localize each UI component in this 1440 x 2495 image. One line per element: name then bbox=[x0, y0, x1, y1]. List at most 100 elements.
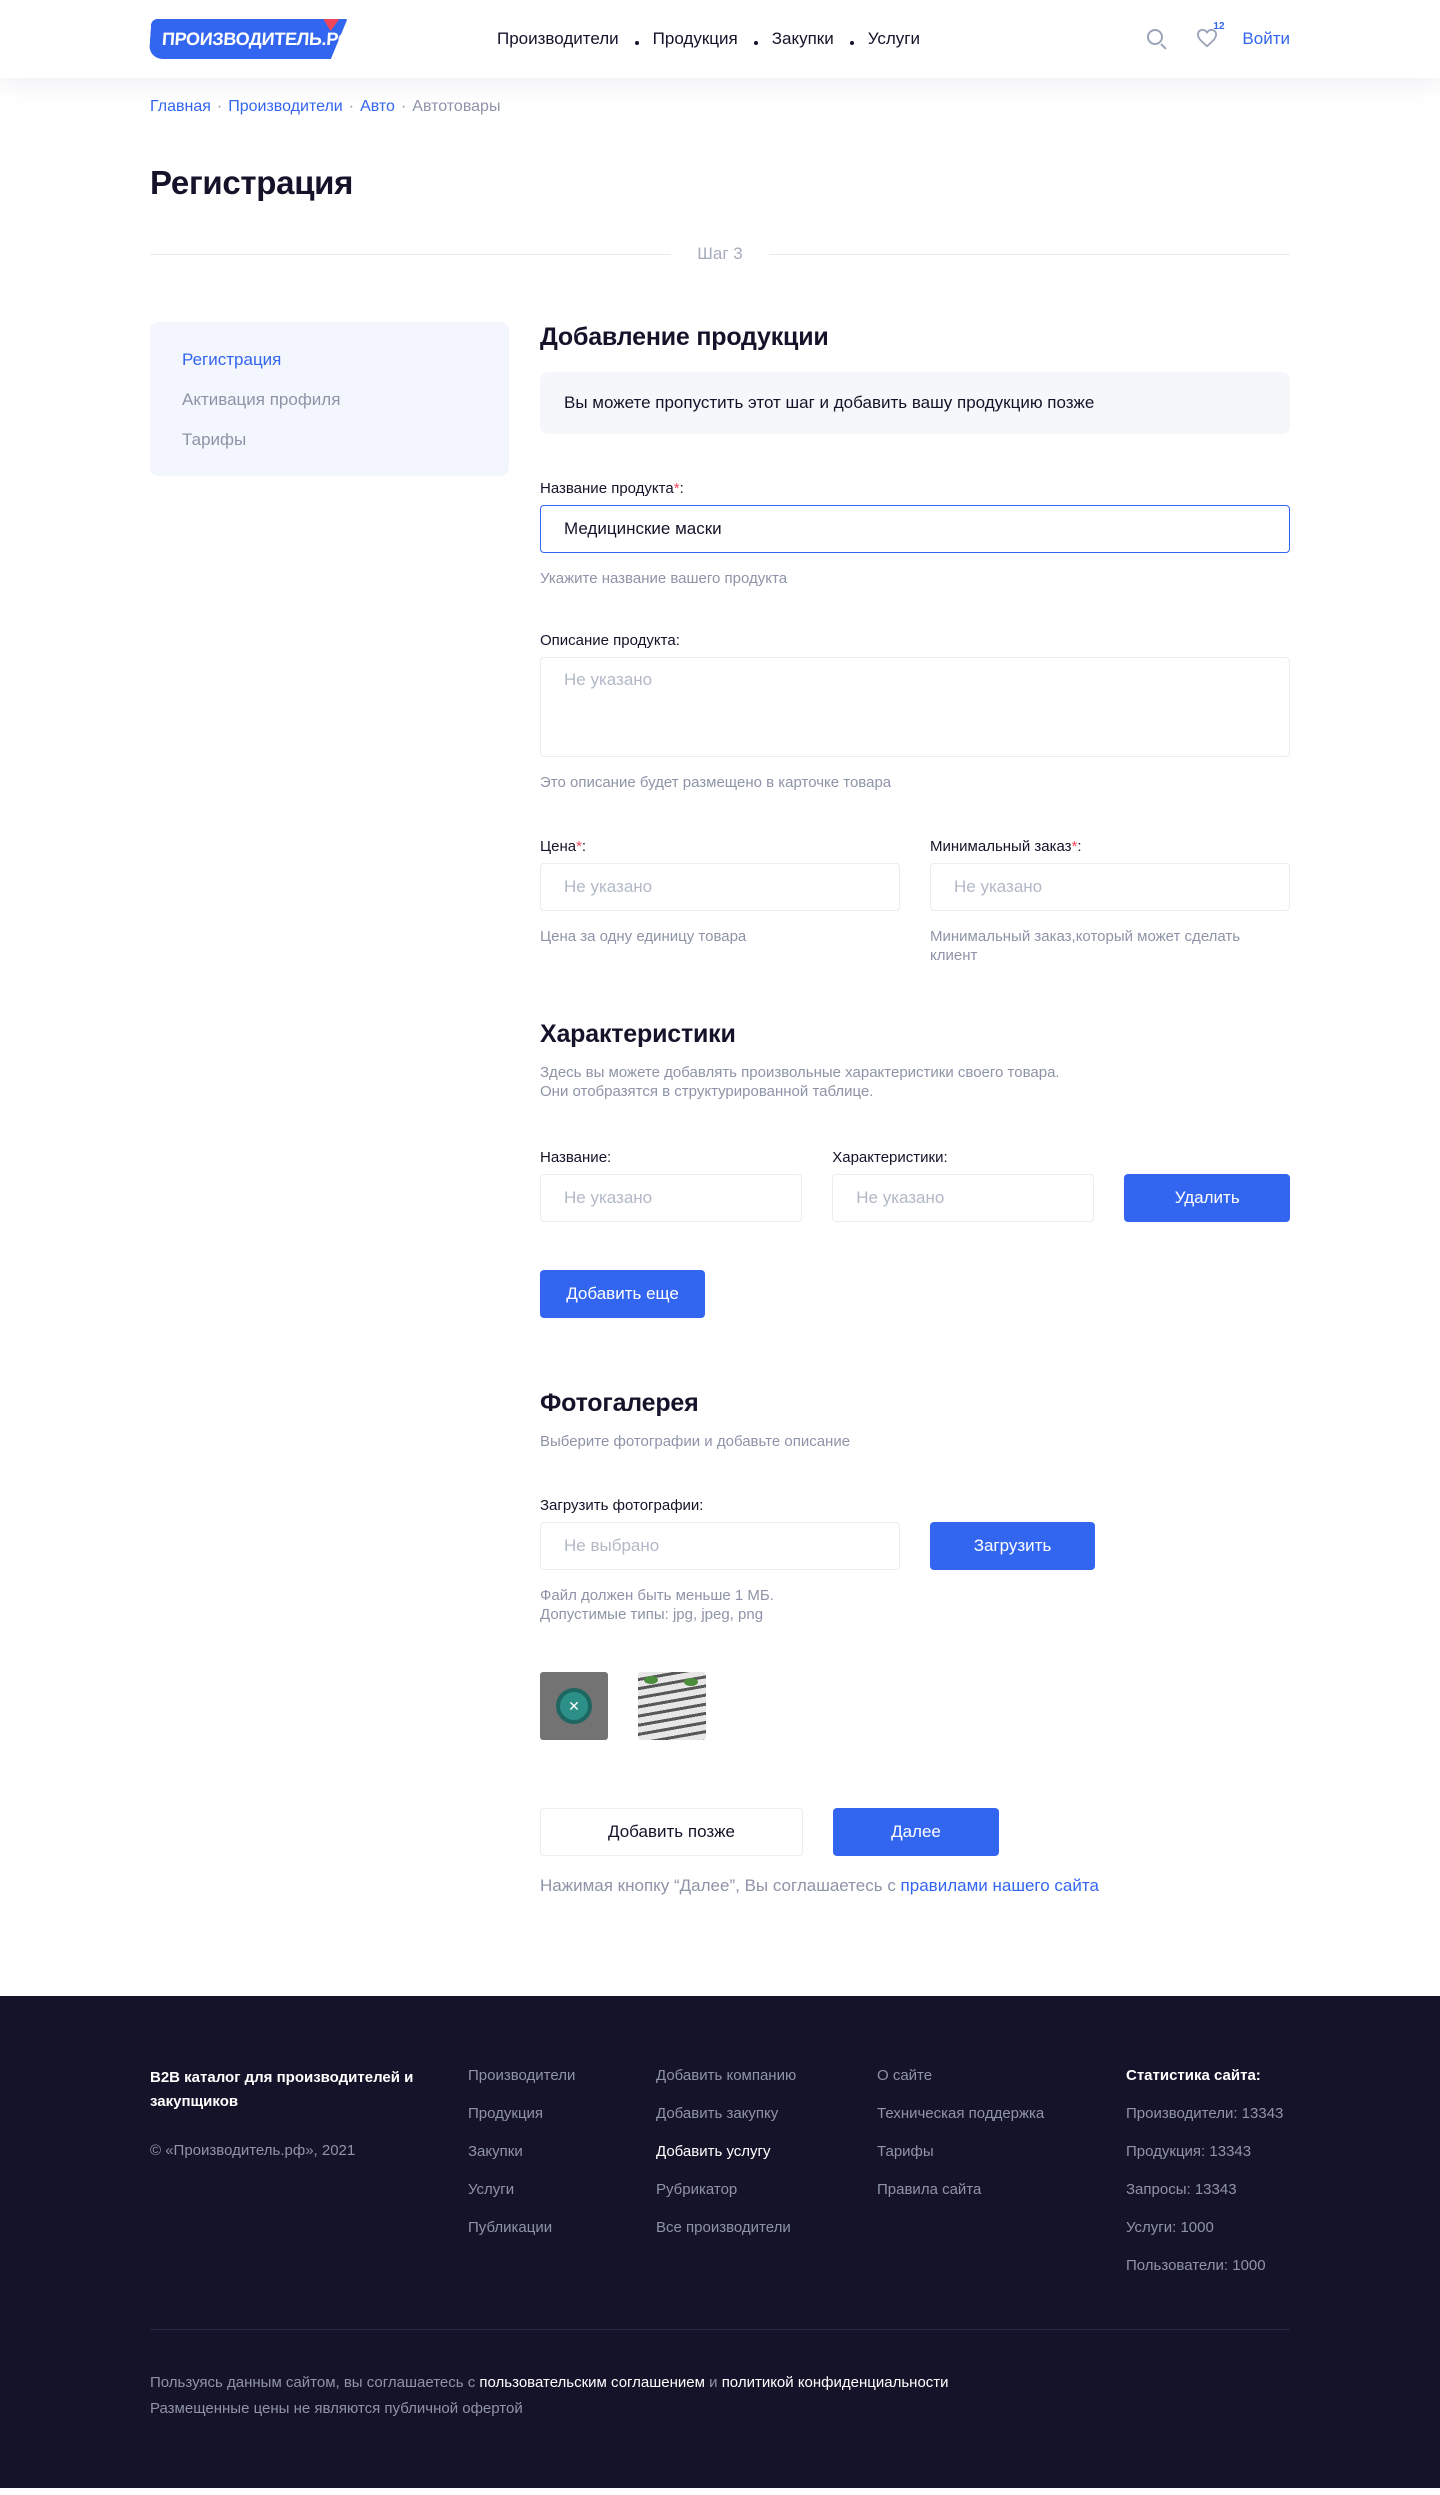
gallery-subtitle: Выберите фотографии и добавьте описание bbox=[540, 1433, 851, 1450]
breadcrumb-separator: · bbox=[400, 98, 407, 115]
characteristics-section: Характеристики Здесь вы можете добавлять… bbox=[540, 1019, 1290, 1318]
next-button[interactable]: Далее bbox=[833, 1808, 999, 1856]
user-agreement-link[interactable]: пользовательским соглашением bbox=[479, 2374, 705, 2391]
label-colon: : bbox=[1077, 838, 1082, 855]
logo-text: ПРОИЗВОДИТЕЛЬ.РФ bbox=[161, 28, 354, 49]
footer-link-rules[interactable]: Правила сайта bbox=[877, 2180, 1126, 2200]
breadcrumb-separator: · bbox=[216, 98, 223, 115]
characteristic-name-field: Название: bbox=[540, 1149, 803, 1222]
photo-upload-label: Загрузить фотографии: bbox=[540, 1497, 704, 1514]
footer-link-add-purchase[interactable]: Добавить закупку bbox=[656, 2104, 877, 2124]
product-name-label: Название продукта*: bbox=[540, 480, 1290, 497]
sidebar-item-tariffs[interactable]: Тарифы bbox=[182, 430, 477, 450]
breadcrumb-auto[interactable]: Авто bbox=[360, 98, 395, 116]
upload-photo-button[interactable]: Загрузить bbox=[930, 1522, 1095, 1570]
header-actions: 12 Войти bbox=[1146, 21, 1290, 50]
product-description-hint: Это описание будет размещено в карточке … bbox=[540, 774, 892, 791]
photo-file-input[interactable] bbox=[540, 1522, 900, 1570]
photo-decoration bbox=[684, 1678, 698, 1686]
sidebar-item-registration[interactable]: Регистрация bbox=[182, 350, 477, 370]
add-later-button[interactable]: Добавить позже bbox=[540, 1808, 803, 1856]
gallery-title: Фотогалерея bbox=[540, 1389, 699, 1417]
photo-thumbnail[interactable] bbox=[638, 1672, 706, 1740]
site-rules-link[interactable]: правилами нашего сайта bbox=[901, 1876, 1099, 1895]
breadcrumb-home[interactable]: Главная bbox=[150, 98, 211, 116]
search-icon[interactable] bbox=[1146, 28, 1168, 50]
characteristics-subtitle-line: Здесь вы можете добавлять произвольные х… bbox=[540, 1064, 1060, 1081]
footer-link-all-producers[interactable]: Все производители bbox=[656, 2218, 877, 2238]
footer-link-purchases[interactable]: Закупки bbox=[468, 2142, 656, 2162]
footer-link-products[interactable]: Продукция bbox=[468, 2104, 656, 2124]
form-actions: Добавить позже Далее bbox=[540, 1808, 1290, 1856]
footer-stat-producers: Производители: 13343 bbox=[1126, 2105, 1284, 2122]
price-hint: Цена за одну единицу товара bbox=[540, 928, 747, 945]
characteristic-name-input[interactable] bbox=[540, 1174, 803, 1222]
footer-link-services[interactable]: Услуги bbox=[468, 2180, 656, 2200]
privacy-policy-link[interactable]: политикой конфиденциальности bbox=[722, 2374, 949, 2391]
footer-legal-line: Пользуясь данным сайтом, вы соглашаетесь… bbox=[150, 2370, 1290, 2396]
characteristic-value-input[interactable] bbox=[832, 1174, 1095, 1222]
nav-separator-dot bbox=[753, 41, 758, 45]
product-form: Добавление продукции Вы можете пропустит… bbox=[540, 322, 1290, 1896]
footer-stat-requests: Запросы: 13343 bbox=[1126, 2181, 1237, 2198]
page-title: Регистрация bbox=[150, 164, 354, 201]
footer-legal-and: и bbox=[704, 2374, 722, 2391]
breadcrumb-current: Автотовары bbox=[412, 98, 501, 115]
footer-top: B2B каталог для производителей и закупщи… bbox=[150, 2066, 1290, 2294]
agreement-prefix: Нажимая кнопку “Далее”, Вы соглашаетесь … bbox=[540, 1876, 901, 1895]
favorites-count-badge: 12 bbox=[1213, 21, 1225, 32]
site-header: ПРОИЗВОДИТЕЛЬ.РФ Производители Продукция… bbox=[0, 0, 1440, 78]
product-description-input[interactable] bbox=[540, 657, 1290, 757]
footer-legal-prefix: Пользуясь данным сайтом, вы соглашаетесь… bbox=[150, 2374, 480, 2391]
characteristic-row: Название: Характеристики: Удалить bbox=[540, 1149, 1290, 1222]
footer-nav-column: Производители Продукция Закупки Услуги П… bbox=[468, 2066, 656, 2294]
footer-legal: Пользуясь данным сайтом, вы соглашаетесь… bbox=[150, 2370, 1290, 2422]
nav-item-services[interactable]: Услуги bbox=[868, 29, 920, 49]
min-order-label: Минимальный заказ*: bbox=[930, 838, 1290, 855]
nav-item-products[interactable]: Продукция bbox=[653, 29, 738, 49]
photo-upload-field: Загрузить фотографии: Загрузить Файл дол… bbox=[540, 1497, 1290, 1624]
nav-item-purchases[interactable]: Закупки bbox=[772, 29, 834, 49]
product-section-title: Добавление продукции bbox=[540, 323, 829, 351]
footer-link-publications[interactable]: Публикации bbox=[468, 2218, 656, 2238]
breadcrumb-producers[interactable]: Производители bbox=[228, 98, 343, 116]
characteristic-value-label: Характеристики: bbox=[832, 1149, 948, 1166]
favorites-button[interactable]: 12 bbox=[1196, 21, 1225, 50]
site-logo[interactable]: ПРОИЗВОДИТЕЛЬ.РФ bbox=[149, 19, 348, 59]
photo-upload-row: Загрузить bbox=[540, 1522, 1290, 1570]
main-nav: Производители Продукция Закупки Услуги bbox=[497, 29, 920, 49]
footer-link-about[interactable]: О сайте bbox=[877, 2066, 1126, 2086]
agreement-text: Нажимая кнопку “Далее”, Вы соглашаетесь … bbox=[540, 1876, 1290, 1896]
price-input[interactable] bbox=[540, 863, 900, 911]
remove-photo-icon[interactable]: ✕ bbox=[556, 1688, 592, 1724]
footer-link-add-service[interactable]: Добавить услугу bbox=[656, 2142, 877, 2162]
label-colon: : bbox=[679, 480, 684, 497]
footer-stat-services: Услуги: 1000 bbox=[1126, 2219, 1214, 2236]
sidebar-item-activation[interactable]: Активация профиля bbox=[182, 390, 477, 410]
min-order-input[interactable] bbox=[930, 863, 1290, 911]
footer-stats-title: Статистика сайта: bbox=[1126, 2067, 1261, 2084]
step-label: Шаг 3 bbox=[697, 244, 743, 263]
nav-item-producers[interactable]: Производители bbox=[497, 29, 619, 49]
footer-info-column: О сайте Техническая поддержка Тарифы Пра… bbox=[877, 2066, 1126, 2294]
footer-link-add-company[interactable]: Добавить компанию bbox=[656, 2066, 877, 2086]
photo-thumbnail[interactable]: ✕ bbox=[540, 1672, 608, 1740]
price-label: Цена*: bbox=[540, 838, 900, 855]
step-indicator: Шаг 3 bbox=[150, 244, 1291, 264]
min-order-field: Минимальный заказ*: Минимальный заказ,ко… bbox=[930, 838, 1290, 965]
footer-link-producers[interactable]: Производители bbox=[468, 2066, 656, 2086]
footer-link-support[interactable]: Техническая поддержка bbox=[877, 2104, 1126, 2124]
footer-copyright: © «Производитель.рф», 2021 bbox=[150, 2142, 356, 2159]
label-colon: : bbox=[581, 838, 587, 855]
footer-divider bbox=[150, 2329, 1290, 2330]
product-name-input[interactable] bbox=[540, 505, 1290, 553]
footer-link-tariffs[interactable]: Тарифы bbox=[877, 2142, 1126, 2162]
characteristic-name-label: Название: bbox=[540, 1149, 612, 1166]
characteristics-title: Характеристики bbox=[540, 1020, 736, 1048]
footer-link-rubricator[interactable]: Рубрикатор bbox=[656, 2180, 877, 2200]
add-more-characteristic-button[interactable]: Добавить еще bbox=[540, 1270, 705, 1318]
site-footer: B2B каталог для производителей и закупщи… bbox=[0, 1996, 1440, 2488]
breadcrumb-separator: · bbox=[348, 98, 355, 115]
delete-characteristic-button[interactable]: Удалить bbox=[1124, 1174, 1290, 1222]
login-link[interactable]: Войти bbox=[1242, 29, 1290, 49]
